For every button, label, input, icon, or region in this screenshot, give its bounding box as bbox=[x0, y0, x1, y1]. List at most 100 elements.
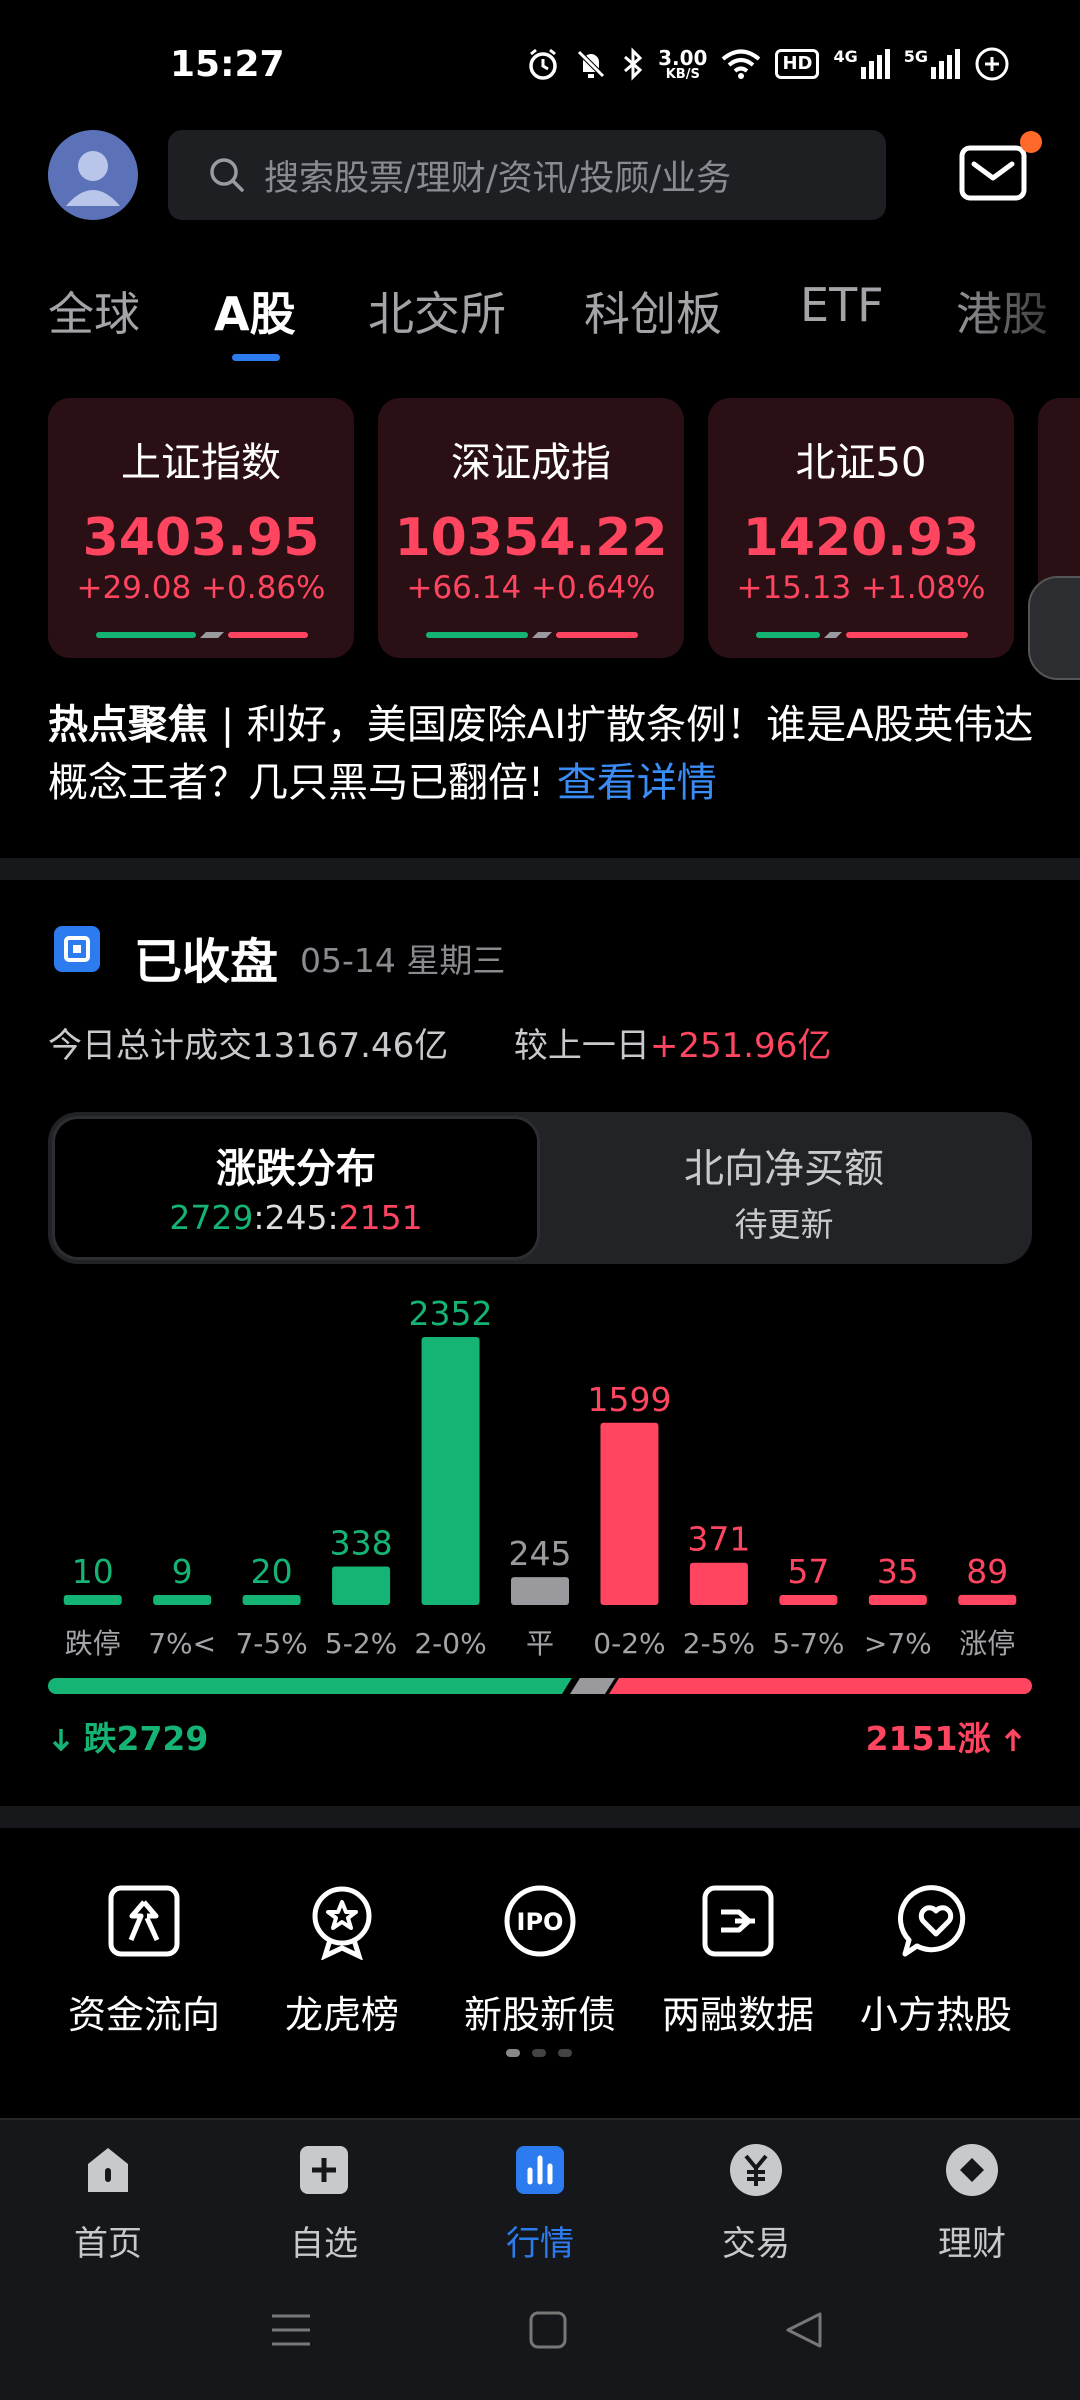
fund-flow-icon bbox=[108, 1885, 180, 1957]
rise-fall-distribution-chart: 10 跌停 9 7%< 20 7-5% 338 5-2% 2352 2-0% 245 平 1599 0-2… bbox=[63, 1294, 1017, 1660]
net-speed-value: 3.00 bbox=[658, 45, 708, 70]
index-name: 北证50 bbox=[795, 440, 927, 486]
entry-label: 两融数据 bbox=[661, 1993, 814, 2037]
status-time: 15:27 bbox=[170, 44, 285, 85]
tab-bse[interactable]: 北交所 bbox=[368, 278, 506, 344]
chart-bar bbox=[868, 1595, 927, 1605]
pager-dot bbox=[532, 2049, 546, 2057]
rise-count: 2151 bbox=[338, 1198, 423, 1237]
rise-total: 2151涨 bbox=[866, 1712, 1024, 1760]
chart-category-label: 5-7% bbox=[772, 1627, 844, 1660]
chart-bar bbox=[63, 1595, 122, 1605]
signal-4g-icon: 4G bbox=[833, 47, 890, 79]
tab-star-market[interactable]: 科创板 bbox=[584, 278, 722, 344]
index-card-shanghai[interactable]: 上证指数 3403.95 +29.08 +0.86% bbox=[48, 398, 354, 658]
rise-total-label: 2151涨 bbox=[865, 1719, 991, 1758]
tab-a-share[interactable]: A股 bbox=[214, 278, 296, 344]
arrow-up-icon bbox=[1004, 1728, 1022, 1751]
nav-label: 行情 bbox=[506, 2224, 574, 2264]
chart-bar bbox=[779, 1595, 838, 1605]
hot-stock-icon bbox=[898, 1885, 966, 1957]
entry-ipo[interactable]: IPO 新股新债 bbox=[440, 1882, 640, 2039]
mail-badge bbox=[1020, 131, 1042, 153]
entry-hot-stock[interactable]: 小方热股 bbox=[836, 1882, 1036, 2039]
index-change: +15.13 +1.08% bbox=[736, 570, 986, 606]
segment-rise-fall-counts: 2729:245:2151 bbox=[52, 1198, 540, 1237]
alarm-icon bbox=[529, 48, 557, 80]
nav-label: 理财 bbox=[938, 2224, 1006, 2264]
nav-label: 交易 bbox=[722, 2224, 790, 2264]
market-status-icon bbox=[54, 926, 100, 972]
tab-etf[interactable]: ETF bbox=[800, 278, 884, 332]
section-divider bbox=[0, 858, 1080, 880]
chart-category-label: >7% bbox=[864, 1627, 932, 1660]
back-nav-icon[interactable] bbox=[784, 2310, 824, 2350]
floating-assistant-button[interactable] bbox=[1028, 576, 1080, 680]
tab-global[interactable]: 全球 bbox=[48, 278, 140, 344]
tab-active-indicator bbox=[232, 354, 280, 361]
compare-value: +251.96亿 bbox=[649, 1026, 832, 1066]
index-value: 3403.95 bbox=[82, 508, 320, 568]
chart-bar bbox=[332, 1566, 391, 1605]
mail-icon[interactable] bbox=[958, 142, 1032, 204]
distribution-segment: 涨跌分布 2729:245:2151 北向净买额 待更新 bbox=[48, 1112, 1032, 1264]
fall-count: 2729 bbox=[169, 1198, 254, 1237]
chart-bar-value: 35 bbox=[877, 1552, 919, 1591]
entry-label: 龙虎榜 bbox=[284, 1993, 399, 2037]
entry-label: 小方热股 bbox=[859, 1993, 1012, 2037]
home-nav-icon[interactable] bbox=[528, 2310, 568, 2350]
entry-fund-flow[interactable]: 资金流向 bbox=[44, 1882, 244, 2039]
ratio-rise-segment bbox=[609, 1678, 1032, 1694]
signal-4g-label: 4G bbox=[833, 47, 858, 66]
chart-category-label: 2-0% bbox=[414, 1627, 486, 1660]
search-input[interactable]: 搜索股票/理财/资讯/投顾/业务 bbox=[168, 130, 886, 220]
market-date: 05-14 星期三 bbox=[300, 941, 506, 980]
hot-news[interactable]: 热点聚焦 | 利好，美国废除AI扩散条例！谁是A股英伟达概念王者？几只黑马已翻倍… bbox=[48, 696, 1038, 812]
tab-fade bbox=[940, 272, 1080, 362]
signal-5g-label: 5G bbox=[903, 47, 928, 66]
nav-wealth[interactable]: 理财 bbox=[892, 2142, 1052, 2265]
index-change: +66.14 +0.64% bbox=[406, 570, 656, 606]
chart-category-label: 0-2% bbox=[593, 1627, 665, 1660]
entry-label: 新股新债 bbox=[463, 1993, 616, 2037]
wealth-icon bbox=[946, 2144, 998, 2196]
index-name: 深证成指 bbox=[451, 440, 611, 486]
chart-category-label: 涨停 bbox=[959, 1627, 1015, 1660]
entry-margin-data[interactable]: 两融数据 bbox=[638, 1882, 838, 2039]
index-card-bse50[interactable]: 北证50 1420.93 +15.13 +1.08% bbox=[708, 398, 1014, 658]
market-tabs: 全球 A股 北交所 科创板 ETF 港股 bbox=[0, 272, 1080, 362]
hot-news-detail-link[interactable]: 查看详情 bbox=[557, 760, 717, 806]
nav-trade[interactable]: 交易 bbox=[676, 2142, 836, 2265]
chart-category-label: 7-5% bbox=[235, 1627, 307, 1660]
nav-watchlist[interactable]: 自选 bbox=[244, 2142, 404, 2265]
chart-bar bbox=[153, 1595, 212, 1605]
fall-total-label: 跌2729 bbox=[83, 1719, 209, 1758]
nav-label: 自选 bbox=[290, 2224, 358, 2264]
entry-dragon-tiger[interactable]: 龙虎榜 bbox=[242, 1882, 442, 2039]
fall-total: 跌2729 bbox=[50, 1712, 208, 1760]
signal-5g-icon: 5G bbox=[904, 49, 960, 79]
index-card-shenzhen[interactable]: 深证成指 10354.22 +66.14 +0.64% bbox=[378, 398, 684, 658]
turnover-summary: 今日总计成交13167.46亿 较上一日+251.96亿 bbox=[48, 1018, 831, 1067]
section-divider bbox=[0, 1806, 1080, 1828]
status-icons: 3.00 KB/S HD 4G 5G bbox=[526, 46, 1010, 82]
chart-bar-value: 338 bbox=[330, 1523, 393, 1562]
count-separator: : bbox=[253, 1198, 265, 1237]
market-status-title: 已收盘 bbox=[134, 934, 279, 990]
status-bar: 15:27 3.00 KB/S HD 4G 5G bbox=[0, 0, 1080, 130]
index-breadth-bar bbox=[756, 632, 968, 638]
segment-northbound-status: 待更新 bbox=[734, 1205, 834, 1244]
search-placeholder: 搜索股票/理财/资讯/投顾/业务 bbox=[264, 158, 732, 199]
pager-dot bbox=[558, 2049, 572, 2057]
home-icon bbox=[88, 2148, 128, 2192]
trade-icon bbox=[730, 2144, 782, 2196]
index-name: 上证指数 bbox=[121, 440, 281, 486]
segment-northbound[interactable]: 北向净买额 bbox=[540, 1136, 1028, 1194]
avatar[interactable] bbox=[48, 130, 138, 220]
ipo-icon-text: IPO bbox=[517, 1908, 564, 1936]
menu-nav-icon[interactable] bbox=[270, 2312, 312, 2348]
nav-market[interactable]: 行情 bbox=[460, 2142, 620, 2265]
pager-dot-active bbox=[506, 2049, 520, 2057]
nav-home[interactable]: 首页 bbox=[28, 2142, 188, 2265]
index-change: +29.08 +0.86% bbox=[76, 570, 326, 606]
